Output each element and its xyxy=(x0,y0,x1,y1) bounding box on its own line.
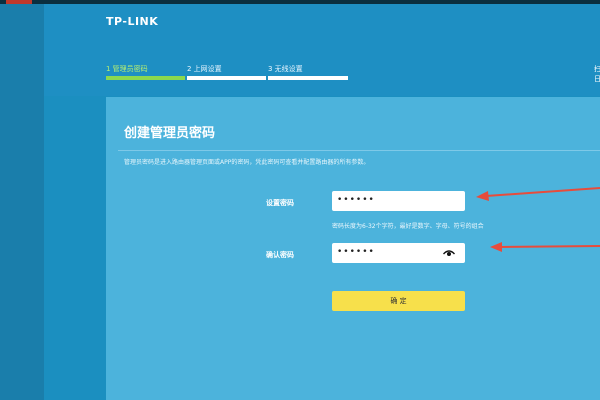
password-input[interactable]: •••••• xyxy=(332,191,465,211)
panel-title: 创建管理员密码 xyxy=(124,126,216,141)
password-value: •••••• xyxy=(337,195,375,205)
confirm-button[interactable]: 确 定 xyxy=(332,291,465,311)
step-bar-internet-settings xyxy=(187,76,266,80)
create-password-panel: 创建管理员密码 管理员密码是进入路由器管理页面或APP的密码，凭此密码可查看并配… xyxy=(106,97,600,400)
confirm-password-input[interactable]: •••••• xyxy=(332,243,465,263)
step-admin-password: 1 管理员密码 xyxy=(106,65,148,73)
password-hint: 密码长度为6-32个字符，最好是数字、字母、符号的组合 xyxy=(332,223,484,230)
title-divider xyxy=(118,150,600,151)
right-edge-line-1: 扫 xyxy=(594,65,600,73)
step-bar-admin-password xyxy=(106,76,185,80)
password-label: 设置密码 xyxy=(266,199,294,207)
step-wireless-settings: 3 无线设置 xyxy=(268,65,303,73)
right-edge-line-2: 日 xyxy=(594,75,600,83)
setup-steps: 1 管理员密码 2 上网设置 3 无线设置 xyxy=(106,64,356,84)
left-edge xyxy=(0,4,44,400)
panel-description: 管理员密码是进入路由器管理页面或APP的密码，凭此密码可查看并配置路由器的所有参… xyxy=(124,159,370,166)
right-edge-text: 扫 日 xyxy=(594,64,600,84)
step-bar-wireless-settings xyxy=(268,76,348,80)
confirm-password-value: •••••• xyxy=(337,247,375,257)
step-internet-settings: 2 上网设置 xyxy=(187,65,222,73)
tp-link-logo: TP-LINK xyxy=(106,15,159,28)
confirm-password-label: 确认密码 xyxy=(266,251,294,259)
show-password-eye-icon[interactable] xyxy=(443,249,455,257)
